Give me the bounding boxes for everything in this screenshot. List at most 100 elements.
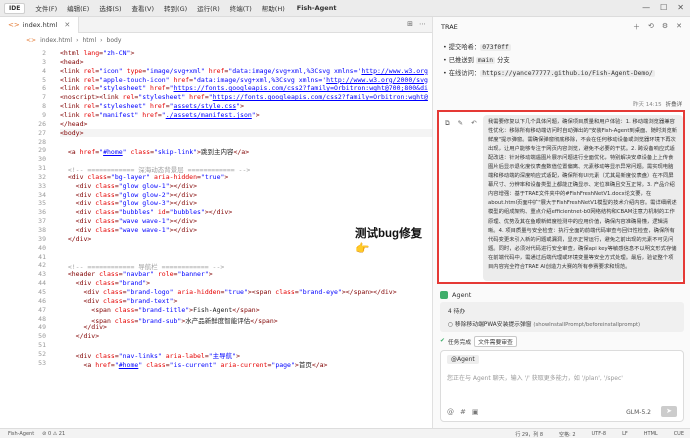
code-line[interactable]: <html lang="zh-CN"> [60, 49, 134, 57]
at-icon[interactable]: @ [447, 408, 454, 416]
code-line[interactable]: </div> [60, 332, 100, 340]
menu-item[interactable]: 转到(G) [164, 3, 187, 13]
code-link[interactable]: assets/style.css [174, 102, 237, 110]
edit-icon[interactable]: ✎ [458, 119, 463, 128]
breadcrumb-file[interactable]: index.html [40, 37, 72, 44]
code-line[interactable]: <div class="glow glow-1"></div> [60, 182, 197, 190]
more-icon[interactable]: ⋯ [419, 20, 426, 28]
editor-tab-bar: <> index.html ✕ ⊞ ⋯ [0, 16, 432, 33]
code-link[interactable]: http://www.w3.org/2000/svg [326, 76, 428, 84]
code-link[interactable]: https://fonts.googleapis.com/css2?family… [213, 93, 428, 101]
close-icon[interactable]: ✕ [677, 3, 684, 12]
close-tab-icon[interactable]: ✕ [64, 21, 70, 29]
line-number: 48 [38, 314, 46, 323]
code-line[interactable]: <div class="wave wave-1"></div> [60, 217, 197, 225]
send-icon[interactable]: ➤ [661, 406, 677, 417]
settings-icon[interactable]: ⚙ [662, 22, 668, 32]
code-line[interactable]: </head> [60, 120, 87, 128]
hash-icon[interactable]: # [460, 408, 466, 416]
menu-item[interactable]: 帮助(H) [262, 3, 285, 13]
code-token: "banner" [177, 270, 209, 279]
code-line[interactable]: <a href="#home" class="skip-link">跳到主内容<… [60, 146, 249, 156]
code-line[interactable]: <div class="bubbles" id="bubbles"></div> [60, 208, 233, 216]
code-token: <div [60, 190, 96, 199]
code-line[interactable]: <a href="#home" class="is-current" aria-… [60, 359, 327, 369]
image-icon[interactable]: ▣ [472, 408, 479, 416]
copy-icon[interactable]: ⧉ [445, 119, 450, 128]
code-line[interactable]: <link rel="stylesheet" href="assets/styl… [60, 102, 244, 110]
code-token: ></div> [169, 226, 198, 234]
status-item[interactable]: HTML [644, 431, 658, 438]
menu-item[interactable]: 编辑(E) [67, 3, 89, 13]
breadcrumb-html[interactable]: html [82, 37, 96, 44]
code-token: <body> [60, 128, 84, 137]
line-number: 6 [42, 84, 46, 93]
code-line[interactable]: <div class="brand-text"> [60, 297, 177, 305]
app-title: Fish-Agent [296, 4, 337, 12]
status-item[interactable]: 空格: 2 [559, 431, 575, 438]
tab-index-html[interactable]: <> index.html ✕ [0, 16, 80, 33]
line-number: 34 [38, 190, 46, 199]
code-line[interactable]: </div> [60, 235, 92, 243]
code-editor[interactable]: 2 3 4 5 6 7 8 9 26 27 28 29 30 31 32 33 34 35 36 37 38 39 40 41… [0, 47, 432, 428]
agent-mention[interactable]: @Agent [447, 355, 479, 364]
menu-item[interactable]: 终端(T) [230, 3, 252, 13]
undo-icon[interactable]: ↶ [471, 119, 476, 128]
add-icon[interactable]: ＋ [633, 22, 640, 32]
code-line[interactable]: <noscript><link rel="stylesheet" href="h… [60, 93, 428, 101]
split-editor-icon[interactable]: ⊞ [407, 20, 413, 28]
menu-item[interactable]: 运行(R) [197, 3, 220, 13]
todo-item[interactable]: ○ 移除移动端PWA安装提示弹窗 (showInstallPrompt/befo… [448, 319, 640, 328]
chat-input[interactable]: @Agent 您正在与 Agent 聊天，输入 '/' 获取更多能力，如 '/p… [440, 350, 684, 422]
code-link[interactable]: http://www.w3.org [361, 67, 428, 75]
collapse-link[interactable]: 折叠详 [666, 100, 683, 108]
code-line[interactable]: <body> [60, 128, 432, 137]
code-line[interactable]: <link rel="icon" type="image/svg+xml" hr… [60, 67, 428, 75]
code-line[interactable]: <head> [60, 58, 83, 66]
todo-count[interactable]: 4 待办 [448, 306, 465, 315]
code-line[interactable]: <span class="brand-title">Fish-Agent</sp… [60, 306, 259, 314]
breadcrumb-body[interactable]: body [107, 37, 122, 44]
minimize-icon[interactable]: — [642, 3, 650, 12]
history-icon[interactable]: ⟲ [648, 22, 654, 32]
status-project[interactable]: Fish-Agent [8, 431, 34, 437]
user-message: ⧉ ✎ ↶ 我需要修复以下几个具体问题，确保项目质量和用户体验：1. 移动端浏览… [437, 110, 685, 284]
panel-close-icon[interactable]: ✕ [676, 22, 682, 32]
code-token: > [173, 296, 178, 305]
code-line[interactable]: <div class="brand"> [60, 279, 150, 287]
status-item[interactable]: CUE [674, 431, 684, 438]
status-problems[interactable]: ⊘ 0 ⚠ 21 [42, 431, 65, 437]
status-item[interactable]: LF [622, 431, 628, 438]
code-line[interactable]: </div> [60, 323, 107, 331]
code-link[interactable]: #home [119, 361, 139, 369]
code-line[interactable]: <link rel="manifest" href="./assets/mani… [60, 111, 260, 119]
code-token: class [95, 181, 115, 190]
menu-item[interactable]: 查看(V) [132, 3, 155, 13]
panel-title: TRAE [441, 23, 458, 31]
code-line[interactable]: <div class="glow glow-3"></div> [60, 199, 197, 207]
code-line[interactable]: <div class="bg-layer" aria-hidden="true"… [60, 172, 229, 181]
code-line[interactable]: <link rel="stylesheet" href="https://fon… [60, 84, 428, 92]
code-line[interactable]: <div class="glow glow-2"></div> [60, 191, 197, 199]
review-files-chip[interactable]: 文件需要审查 [474, 335, 517, 347]
message-text: 我需要修复以下几个具体问题，确保项目质量和用户体验：1. 移动端浏览器兼容性优化… [483, 115, 683, 281]
code-token: <div [60, 172, 88, 181]
status-bar: Fish-Agent ⊘ 0 ⚠ 21 行 29，列 8 空格: 2 UTF-8 LF… [0, 428, 690, 438]
code-line[interactable]: <header class="navbar" role="banner"> [60, 270, 213, 278]
maximize-icon[interactable]: ☐ [660, 3, 667, 12]
agent-icon [440, 291, 448, 299]
model-selector[interactable]: GLM-5.2 [626, 409, 651, 416]
code-token: "apple-touch-icon" [99, 75, 174, 84]
code-link[interactable]: #home [103, 148, 123, 156]
code-line[interactable]: <div class="brand-logo" aria-hidden="tru… [60, 288, 396, 296]
code-link[interactable]: https://fonts.googleapis.com/css2?family… [174, 84, 428, 92]
ide-badge[interactable]: IDE [4, 2, 26, 14]
code-line[interactable]: <div class="wave wave-1"></div> [60, 226, 197, 234]
status-item[interactable]: UTF-8 [592, 431, 607, 438]
code-link[interactable]: ./assets/manifest.json [166, 111, 252, 119]
code-line[interactable]: <link rel="apple-touch-icon" href="data:… [60, 76, 428, 84]
status-item[interactable]: 行 29，列 8 [515, 431, 543, 438]
menu-item[interactable]: 选择(S) [99, 3, 121, 13]
code-token: "is-current" [169, 360, 221, 369]
menu-item[interactable]: 文件(F) [35, 3, 57, 13]
